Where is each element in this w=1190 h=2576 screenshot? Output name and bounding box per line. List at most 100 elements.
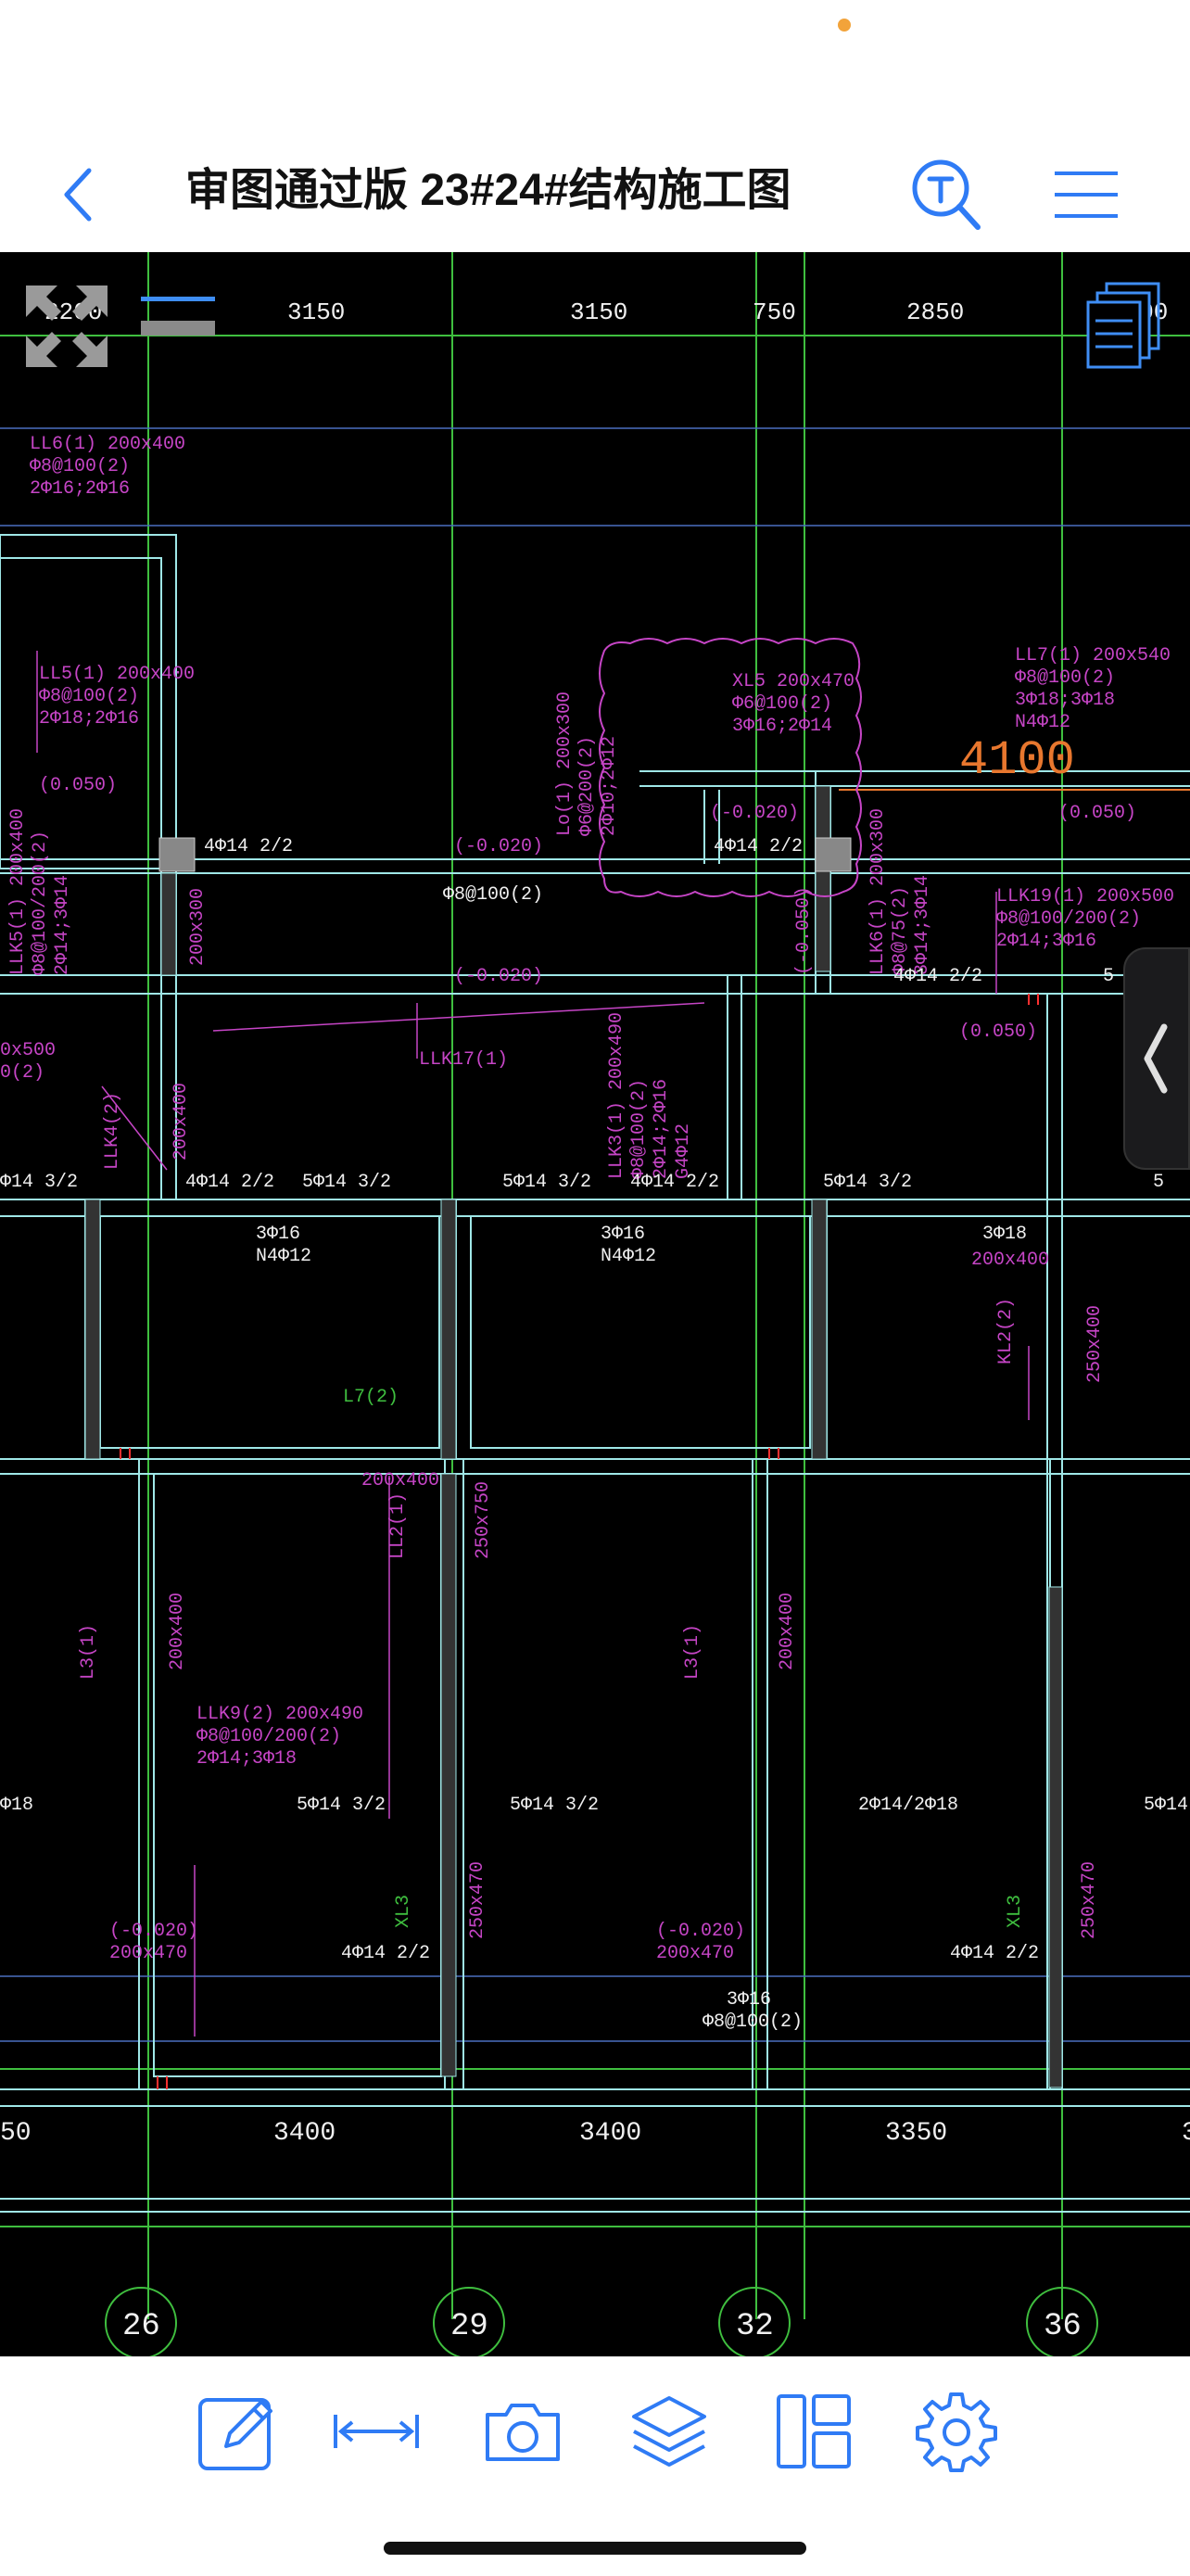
beam-ticks	[120, 994, 1039, 2089]
rebar-3: 4Φ14 2/2	[893, 966, 982, 987]
size-500b: 0(2)	[0, 1062, 44, 1084]
xl5-label: XL5 200x470	[732, 671, 855, 692]
rebar-1: 4Φ14 2/2	[204, 836, 293, 857]
home-indicator[interactable]	[384, 2542, 806, 2555]
dim-top-3: 3150	[570, 298, 627, 326]
dim-bottom-5: 3	[1182, 2119, 1190, 2148]
llk5-label: LLK5(1) 200x400	[7, 808, 29, 975]
elevation-marker: 4100	[839, 733, 1190, 791]
size-200x400-d: 200x400	[167, 1593, 188, 1670]
llk3-label: LLK3(1) 200x490	[606, 1012, 627, 1179]
layers-button[interactable]	[625, 2387, 714, 2476]
ll6-rebar: 2Φ16;2Φ16	[30, 478, 130, 500]
layouts-stack-icon	[1086, 282, 1160, 369]
stirrup-4: Φ8@100(2)	[703, 2011, 803, 2033]
dim-bottom-1: 50	[0, 2119, 32, 2148]
axis-label-26: 26	[122, 2309, 160, 2344]
ll5-label: LL5(1) 200x400	[39, 664, 195, 685]
rebar-2: 4Φ14 2/2	[714, 836, 803, 857]
ll7-stirrup: Φ8@100(2)	[1015, 667, 1115, 689]
top-rebar-1: 3Φ16	[256, 1224, 300, 1245]
axis-bubbles: 26 29 32 36	[105, 2287, 1098, 2356]
rebar-18: 5	[1153, 1172, 1164, 1193]
settings-gear-icon	[916, 2392, 997, 2472]
size-200x400-b: 200x400	[971, 1250, 1049, 1271]
size-200x300: 200x300	[187, 888, 209, 966]
camera-icon	[486, 2404, 560, 2461]
l7-label: L7(2)	[343, 1387, 399, 1408]
fullscreen-arrows-icon	[26, 286, 108, 367]
ll7-rebar: 3Φ18;3Φ18	[1015, 690, 1115, 711]
llk9-rebar: 2Φ14;3Φ18	[196, 1748, 297, 1770]
line-weight-button[interactable]	[139, 289, 217, 345]
rebar-4: Φ14 3/2	[0, 1172, 78, 1193]
drawing-canvas[interactable]: 4100 2200 3150 3150 750 2850 1700 50 340	[0, 252, 1190, 2356]
layouts-button[interactable]	[1082, 280, 1166, 369]
l3-label-b: L3(1)	[682, 1624, 703, 1680]
size-200x400-c: 200x400	[171, 1083, 192, 1161]
llk6-stirrup: Φ8@75(2)	[890, 886, 911, 975]
elev-label-2: (0.050)	[1058, 803, 1136, 824]
rebar-17: 5	[1103, 966, 1114, 987]
ll7-label: LL7(1) 200x540	[1015, 645, 1171, 666]
size-500: 0x500	[0, 1040, 56, 1061]
settings-button[interactable]	[912, 2387, 1001, 2476]
size-250x400: 250x400	[1084, 1305, 1106, 1383]
back-button[interactable]	[52, 158, 108, 232]
llk4-label: LLK4(2)	[102, 1092, 123, 1170]
llk19-rebar: 2Φ14;3Φ16	[996, 931, 1096, 952]
dim-top-5: 2850	[906, 298, 964, 326]
l3-label-a: L3(1)	[78, 1624, 99, 1680]
camera-button[interactable]	[478, 2387, 567, 2476]
llk19-stirrup: Φ8@100/200(2)	[996, 908, 1141, 930]
ll5-rebar: 2Φ18;2Φ16	[39, 708, 139, 730]
elev-label-4: (-0.020)	[454, 836, 543, 857]
elev-label-6: (-0.020)	[710, 803, 799, 824]
waist-rebar-1: N4Φ12	[256, 1246, 311, 1267]
size-200x470-b: 200x470	[656, 1943, 734, 1964]
axis-grid	[0, 252, 1190, 2319]
annotate-button[interactable]	[193, 2387, 282, 2476]
axis-label-32: 32	[736, 2309, 774, 2344]
size-200x470-a: 200x470	[109, 1943, 187, 1964]
rebar-15: 4Φ14 2/2	[950, 1943, 1039, 1964]
edit-note-icon	[198, 2398, 272, 2470]
dim-bottom-4: 3350	[885, 2119, 947, 2148]
llk6-rebar: 3Φ14;3Φ14	[912, 875, 933, 975]
ll7-waist: N4Φ12	[1015, 712, 1070, 733]
fullscreen-button[interactable]	[20, 280, 113, 373]
rebar-13: 5Φ14	[1144, 1795, 1188, 1816]
xl5-rebar: 3Φ16;2Φ14	[732, 716, 832, 737]
dim-bottom-3: 3400	[579, 2119, 641, 2148]
text-search-button[interactable]	[904, 153, 987, 236]
rebar-11: 5Φ14 3/2	[510, 1795, 599, 1816]
elevation-text: 4100	[959, 733, 1075, 788]
menu-button[interactable]	[1049, 162, 1123, 227]
elev-label-1: (0.050)	[39, 775, 117, 796]
chevron-left-icon	[64, 168, 92, 222]
llk17-label: LLK17(1)	[419, 1049, 508, 1071]
layout-panels-icon	[777, 2394, 851, 2468]
kl2-label: KL2(2)	[995, 1298, 1017, 1364]
elev-label-5: (-0.020)	[454, 966, 543, 987]
xl5-stirrup: Φ6@100(2)	[732, 693, 832, 715]
privacy-indicator-dot	[838, 19, 851, 32]
layers-icon	[632, 2396, 706, 2467]
elev-label-8: (-0.020)	[109, 1921, 198, 1942]
page-title: 审图通过版 23#24#结构施工图	[185, 166, 791, 215]
xl3-label-a: XL3	[393, 1895, 414, 1928]
chevron-left-icon	[1144, 1023, 1168, 1094]
layout-button[interactable]	[769, 2387, 858, 2476]
rebar-9: 5Φ14 3/2	[823, 1172, 912, 1193]
lo1-stirrup: Φ6@200(2)	[576, 736, 598, 836]
llk3-waist: G4Φ12	[673, 1123, 694, 1179]
axis-label-29: 29	[450, 2309, 488, 2344]
measure-button[interactable]	[332, 2387, 421, 2476]
size-200x400-a: 200x400	[361, 1470, 439, 1491]
dim-top-2: 3150	[287, 298, 345, 326]
rebar-6: 5Φ14 3/2	[302, 1172, 391, 1193]
llk19-label: LLK19(1) 200x500	[996, 886, 1174, 907]
side-panel-handle[interactable]	[1123, 947, 1190, 1170]
llk3-stirrup: Φ8@100(2)	[628, 1079, 650, 1179]
rebar-7: 5Φ14 3/2	[502, 1172, 591, 1193]
